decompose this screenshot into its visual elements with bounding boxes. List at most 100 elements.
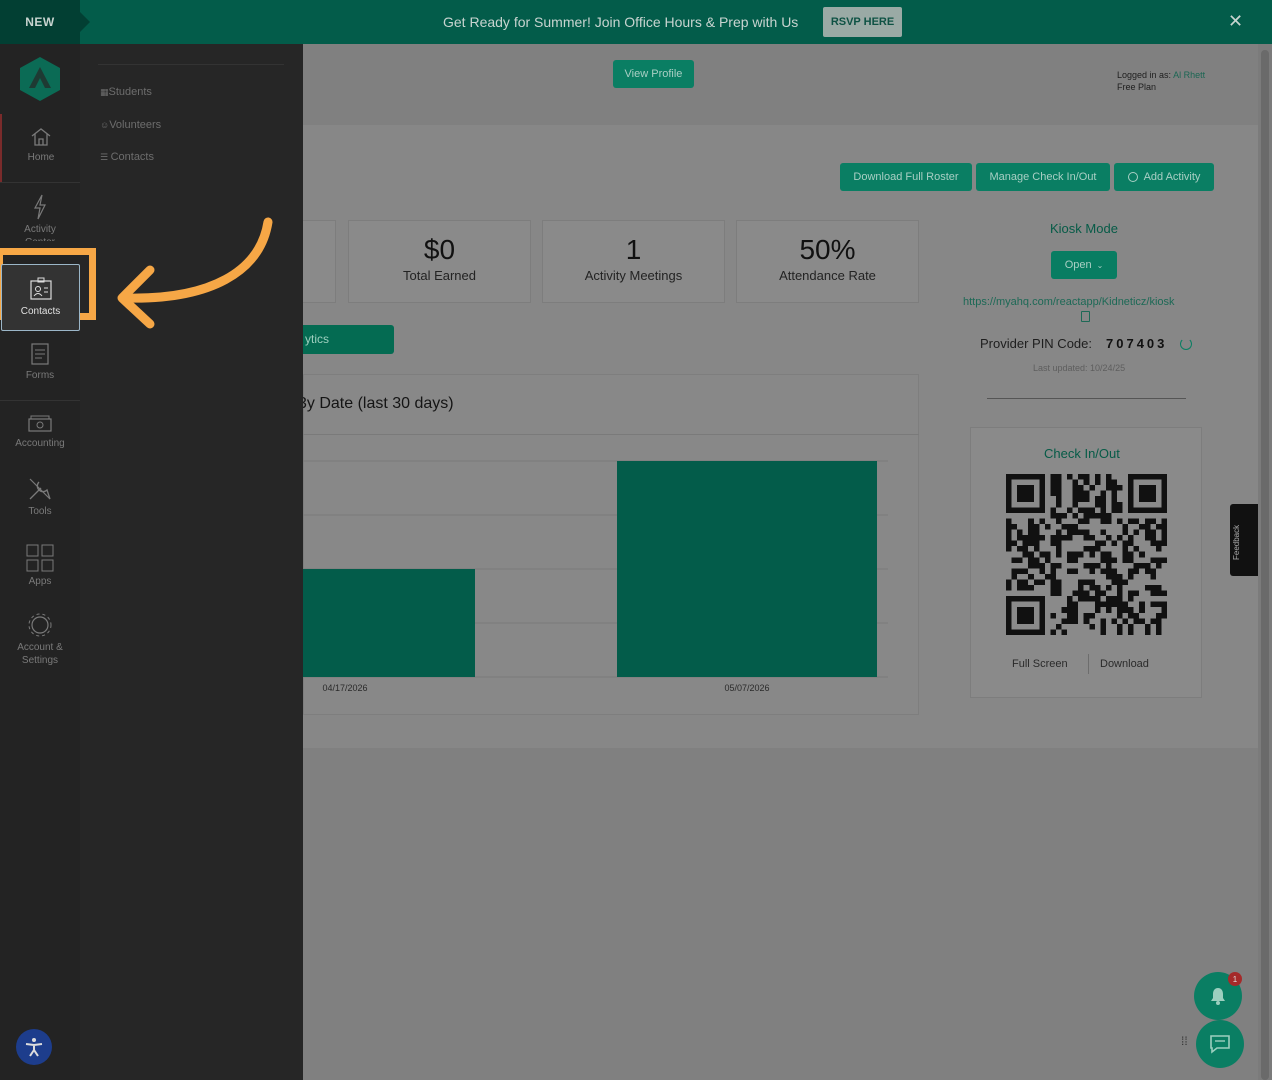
chevron-down-icon: ⌄	[1096, 260, 1104, 270]
scrollbar[interactable]	[1258, 44, 1272, 1080]
stat-value: $0	[423, 234, 456, 265]
brand-logo[interactable]	[19, 56, 61, 102]
pin-code: 707403	[1106, 336, 1168, 351]
stat-value: 1	[625, 234, 642, 265]
manage-checkin-button[interactable]: Manage Check In/Out	[976, 163, 1110, 191]
stat-card-earned: $0 Total Earned	[348, 220, 531, 303]
accessibility-button[interactable]	[16, 1029, 52, 1065]
add-activity-label: Add Activity	[1143, 171, 1201, 183]
students-icon: ▦	[100, 87, 109, 97]
sidebar-item-label: Home	[27, 152, 55, 163]
money-icon	[28, 415, 52, 432]
new-badge: NEW	[0, 0, 90, 44]
sidebar-item-accounting[interactable]: Accounting	[0, 414, 80, 450]
last-updated-text: Last updated: 10/24/25	[1033, 363, 1126, 373]
divider	[987, 398, 1186, 399]
submenu-item-label: Volunteers	[109, 119, 162, 131]
chart-bar	[303, 569, 475, 677]
chart-title: 3y Date (last 30 days)	[298, 395, 454, 412]
sidebar-item-tools[interactable]: Tools	[0, 476, 80, 518]
copy-icon[interactable]	[1081, 311, 1090, 322]
submenu-item-volunteers[interactable]: ☺Volunteers	[100, 119, 161, 131]
rsvp-button[interactable]: RSVP HERE	[823, 7, 902, 37]
kiosk-title: Kiosk Mode	[1050, 221, 1118, 236]
pin-label: Provider PIN Code:	[980, 336, 1092, 351]
sidebar-item-label: Forms	[25, 370, 55, 381]
contacts-list-icon: ☰	[100, 152, 111, 162]
main-header	[303, 44, 1258, 124]
sidebar-item-forms[interactable]: Forms	[0, 342, 80, 382]
qr-code	[1006, 474, 1167, 635]
submenu-item-contacts[interactable]: ☰ Contacts	[100, 151, 154, 163]
download-roster-button[interactable]: Download Full Roster	[840, 163, 972, 191]
divider	[303, 434, 919, 435]
sidebar-item-label: Activity Center	[24, 224, 56, 241]
sidebar-item-contacts[interactable]: Contacts	[1, 264, 80, 331]
divider	[0, 182, 80, 183]
accessibility-icon	[25, 1038, 43, 1057]
sidebar-item-apps[interactable]: Apps	[0, 544, 80, 588]
kiosk-open-label: Open	[1064, 259, 1092, 271]
submenu-item-label: Contacts	[110, 151, 154, 163]
stat-label: Activity Meetings	[584, 268, 683, 283]
view-profile-button[interactable]: View Profile	[613, 60, 694, 88]
chart-bar	[617, 461, 877, 677]
volunteers-icon: ☺	[100, 120, 110, 130]
qr-title: Check In/Out	[1044, 446, 1120, 461]
sidebar-item-home[interactable]: Home	[0, 114, 80, 182]
stat-label: Total Earned	[403, 268, 476, 283]
sidebar-item-label: Apps	[28, 576, 52, 587]
full-screen-button[interactable]: Full Screen	[1012, 658, 1068, 670]
divider	[98, 64, 284, 65]
sidebar-item-label: Tools	[28, 506, 52, 517]
sidebar: Home Activity Center Forms Accounting To…	[0, 44, 80, 1080]
divider	[1088, 654, 1089, 674]
forms-icon	[31, 343, 49, 365]
sidebar-item-activity-center[interactable]: Activity Center	[0, 194, 80, 241]
submenu-item-students[interactable]: ▦Students	[100, 86, 152, 98]
lightning-icon	[33, 194, 46, 220]
bell-icon	[1211, 988, 1225, 1005]
download-qr-button[interactable]: Download	[1100, 658, 1149, 670]
apps-grid-icon	[26, 544, 54, 572]
annotation-arrow-icon	[117, 217, 273, 329]
sidebar-item-account-settings[interactable]: Account & Settings	[0, 612, 80, 667]
x-tick-label: 05/07/2026	[724, 683, 769, 693]
scrollbar-thumb[interactable]	[1261, 50, 1269, 1080]
sidebar-item-label: Contacts	[20, 306, 61, 317]
submenu-item-label: Students	[108, 86, 152, 98]
kiosk-url-link[interactable]: https://myahq.com/reactapp/Kidneticz/kio…	[963, 296, 1175, 308]
stat-card-attendance: 50% Attendance Rate	[736, 220, 919, 303]
sidebar-item-label: Account & Settings	[17, 642, 63, 666]
sidebar-item-label: Accounting	[15, 438, 65, 449]
logged-in-prefix: Logged in as:	[1117, 70, 1174, 80]
kiosk-open-dropdown[interactable]: Open ⌄	[1051, 251, 1117, 279]
drag-handle-icon[interactable]: ⁞⁞	[1181, 1035, 1188, 1047]
stat-card-meetings: 1 Activity Meetings	[542, 220, 725, 303]
plan-label: Free Plan	[1117, 82, 1157, 92]
contacts-submenu: ▦Students ☺Volunteers ☰ Contacts	[80, 44, 303, 1080]
tools-icon	[29, 478, 51, 500]
feedback-label: Feedback	[1232, 524, 1241, 560]
attendance-chart: 04/17/2026 05/07/2026	[303, 460, 888, 693]
plus-circle-icon	[1127, 172, 1138, 182]
home-icon	[31, 128, 51, 146]
analytics-button[interactable]: ytics	[303, 325, 394, 354]
banner-message: Get Ready for Summer! Join Office Hours …	[443, 14, 799, 30]
feedback-tab[interactable]: Feedback	[1230, 504, 1258, 576]
user-name-link[interactable]: Al Rhett	[1173, 70, 1205, 80]
divider	[0, 400, 80, 401]
announcement-banner: NEW Get Ready for Summer! Join Office Ho…	[0, 0, 1272, 44]
chat-button[interactable]	[1196, 1020, 1244, 1068]
x-tick-label: 04/17/2026	[322, 683, 367, 693]
gear-icon	[28, 613, 52, 637]
notification-badge: 1	[1228, 972, 1242, 986]
chat-icon	[1210, 1035, 1230, 1054]
stat-value: 50%	[799, 234, 856, 265]
refresh-icon[interactable]	[1180, 338, 1192, 350]
close-icon[interactable]: ✕	[1228, 11, 1243, 32]
contacts-icon	[29, 277, 52, 300]
add-activity-button[interactable]: Add Activity	[1114, 163, 1214, 191]
stat-card-partial	[303, 220, 336, 303]
logged-in-info: Logged in as: Al Rhett Free Plan	[1117, 69, 1205, 93]
